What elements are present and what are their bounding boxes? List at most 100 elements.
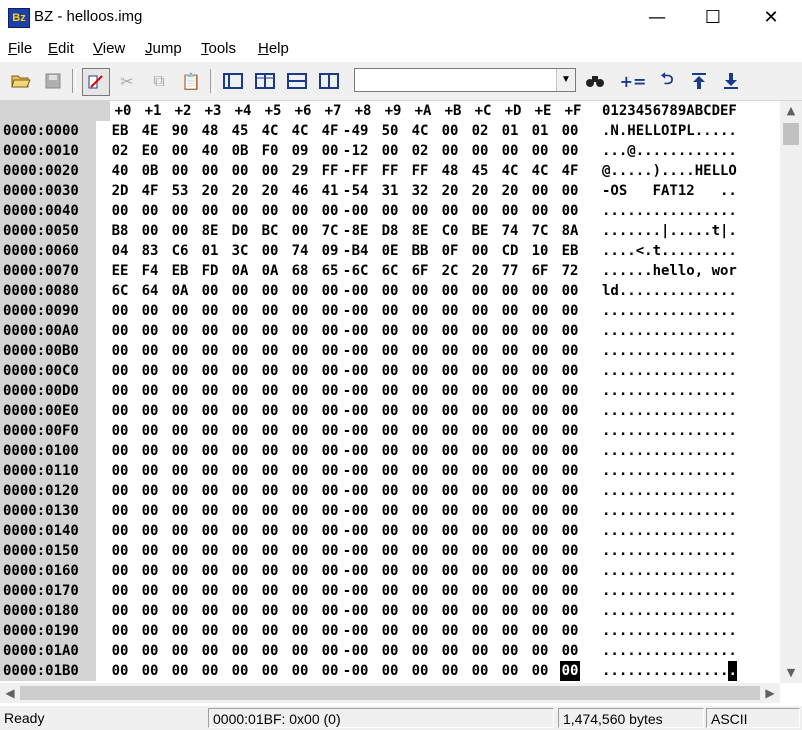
- hex-byte[interactable]: 48: [440, 161, 460, 181]
- hex-byte[interactable]: 00: [440, 541, 460, 561]
- hex-byte[interactable]: 00: [230, 501, 250, 521]
- hex-byte[interactable]: 00: [380, 321, 400, 341]
- hex-byte[interactable]: 74: [290, 241, 310, 261]
- hex-byte[interactable]: E0: [140, 141, 160, 161]
- jump-down-icon[interactable]: [718, 68, 744, 94]
- hex-byte[interactable]: 00: [500, 461, 520, 481]
- hex-byte[interactable]: EB: [560, 241, 580, 261]
- hex-byte[interactable]: 00: [140, 461, 160, 481]
- hex-byte[interactable]: B4: [350, 241, 370, 261]
- hex-byte[interactable]: 00: [440, 581, 460, 601]
- hex-byte[interactable]: 00: [380, 141, 400, 161]
- hex-byte[interactable]: 00: [530, 441, 550, 461]
- hex-byte[interactable]: 00: [440, 601, 460, 621]
- hex-byte[interactable]: 00: [350, 301, 370, 321]
- hex-byte[interactable]: 00: [530, 301, 550, 321]
- menu-jump[interactable]: Jump: [145, 40, 182, 57]
- hex-byte[interactable]: 00: [200, 461, 220, 481]
- hex-byte[interactable]: 00: [560, 181, 580, 201]
- hex-byte[interactable]: BE: [470, 221, 490, 241]
- hex-byte[interactable]: 00: [170, 361, 190, 381]
- hex-byte[interactable]: 00: [380, 581, 400, 601]
- hex-byte[interactable]: 01: [200, 241, 220, 261]
- hex-byte[interactable]: 00: [470, 541, 490, 561]
- hex-byte[interactable]: 00: [410, 661, 430, 681]
- hex-byte[interactable]: 45: [230, 121, 250, 141]
- hex-byte[interactable]: 00: [320, 561, 340, 581]
- hex-byte[interactable]: FF: [410, 161, 430, 181]
- hex-byte[interactable]: 6F: [410, 261, 430, 281]
- hex-byte[interactable]: 00: [290, 381, 310, 401]
- hex-byte[interactable]: 4C: [290, 121, 310, 141]
- hex-byte[interactable]: 00: [200, 341, 220, 361]
- scroll-left-icon[interactable]: ◀: [0, 683, 20, 703]
- hex-byte[interactable]: 20: [470, 261, 490, 281]
- hex-byte[interactable]: 00: [440, 281, 460, 301]
- hex-byte[interactable]: 00: [170, 381, 190, 401]
- ascii-text[interactable]: ................: [602, 421, 737, 441]
- hex-byte[interactable]: 12: [350, 141, 370, 161]
- hex-byte[interactable]: 32: [410, 181, 430, 201]
- copy-icon[interactable]: ⧉: [146, 68, 172, 94]
- hex-byte[interactable]: 00: [290, 501, 310, 521]
- hex-byte[interactable]: 00: [170, 641, 190, 661]
- hex-byte[interactable]: 00: [560, 381, 580, 401]
- ascii-text[interactable]: ................: [602, 521, 737, 541]
- hex-byte[interactable]: 00: [140, 381, 160, 401]
- hex-byte[interactable]: 00: [140, 321, 160, 341]
- ascii-text[interactable]: ................: [602, 201, 737, 221]
- hex-byte[interactable]: 04: [110, 241, 130, 261]
- hex-byte[interactable]: 00: [260, 301, 280, 321]
- hex-byte[interactable]: 20: [440, 181, 460, 201]
- menu-edit[interactable]: Edit: [48, 40, 74, 57]
- hex-byte[interactable]: 00: [380, 521, 400, 541]
- hex-byte[interactable]: 90: [170, 121, 190, 141]
- hex-byte[interactable]: 00: [530, 181, 550, 201]
- hex-byte[interactable]: 00: [350, 461, 370, 481]
- hex-byte[interactable]: 00: [140, 521, 160, 541]
- hex-byte[interactable]: 00: [200, 381, 220, 401]
- hex-byte[interactable]: 00: [230, 341, 250, 361]
- hex-byte[interactable]: 00: [320, 281, 340, 301]
- hex-byte[interactable]: 00: [380, 561, 400, 581]
- hex-byte[interactable]: 00: [440, 641, 460, 661]
- hex-byte[interactable]: 00: [410, 601, 430, 621]
- hex-byte[interactable]: 00: [500, 521, 520, 541]
- undo-icon[interactable]: ⮌: [654, 68, 680, 94]
- hex-byte[interactable]: 00: [500, 201, 520, 221]
- ascii-text[interactable]: ................: [602, 321, 737, 341]
- hex-byte[interactable]: 00: [200, 621, 220, 641]
- hex-byte[interactable]: 00: [560, 421, 580, 441]
- hex-byte[interactable]: 4F: [140, 181, 160, 201]
- hex-byte[interactable]: 00: [410, 421, 430, 441]
- hex-byte[interactable]: 00: [200, 501, 220, 521]
- hex-byte[interactable]: 00: [470, 401, 490, 421]
- hex-byte[interactable]: 00: [230, 641, 250, 661]
- hex-byte[interactable]: 0B: [140, 161, 160, 181]
- hex-byte[interactable]: 00: [410, 621, 430, 641]
- hex-byte[interactable]: 00: [380, 481, 400, 501]
- hex-byte[interactable]: 20: [500, 181, 520, 201]
- hex-byte[interactable]: 00: [560, 541, 580, 561]
- hex-byte[interactable]: 00: [470, 141, 490, 161]
- hex-byte[interactable]: 00: [530, 541, 550, 561]
- hex-byte[interactable]: 00: [200, 161, 220, 181]
- ascii-text[interactable]: ................: [602, 341, 737, 361]
- hex-byte[interactable]: 00: [140, 621, 160, 641]
- hex-byte[interactable]: 00: [320, 621, 340, 641]
- hex-byte[interactable]: 4F: [320, 121, 340, 141]
- hex-byte[interactable]: 00: [290, 641, 310, 661]
- hex-byte[interactable]: 00: [320, 381, 340, 401]
- hex-byte[interactable]: 00: [230, 201, 250, 221]
- hex-byte[interactable]: 00: [470, 281, 490, 301]
- hex-byte[interactable]: 00: [110, 361, 130, 381]
- hex-byte[interactable]: 00: [440, 661, 460, 681]
- hex-byte[interactable]: 00: [410, 381, 430, 401]
- hex-byte[interactable]: 0E: [380, 241, 400, 261]
- hex-byte[interactable]: 00: [290, 521, 310, 541]
- hex-byte[interactable]: 00: [290, 281, 310, 301]
- hex-byte[interactable]: 00: [470, 621, 490, 641]
- hex-byte[interactable]: 00: [260, 341, 280, 361]
- hex-byte[interactable]: 00: [140, 641, 160, 661]
- vertical-scrollbar[interactable]: ▲ ▼: [780, 101, 802, 683]
